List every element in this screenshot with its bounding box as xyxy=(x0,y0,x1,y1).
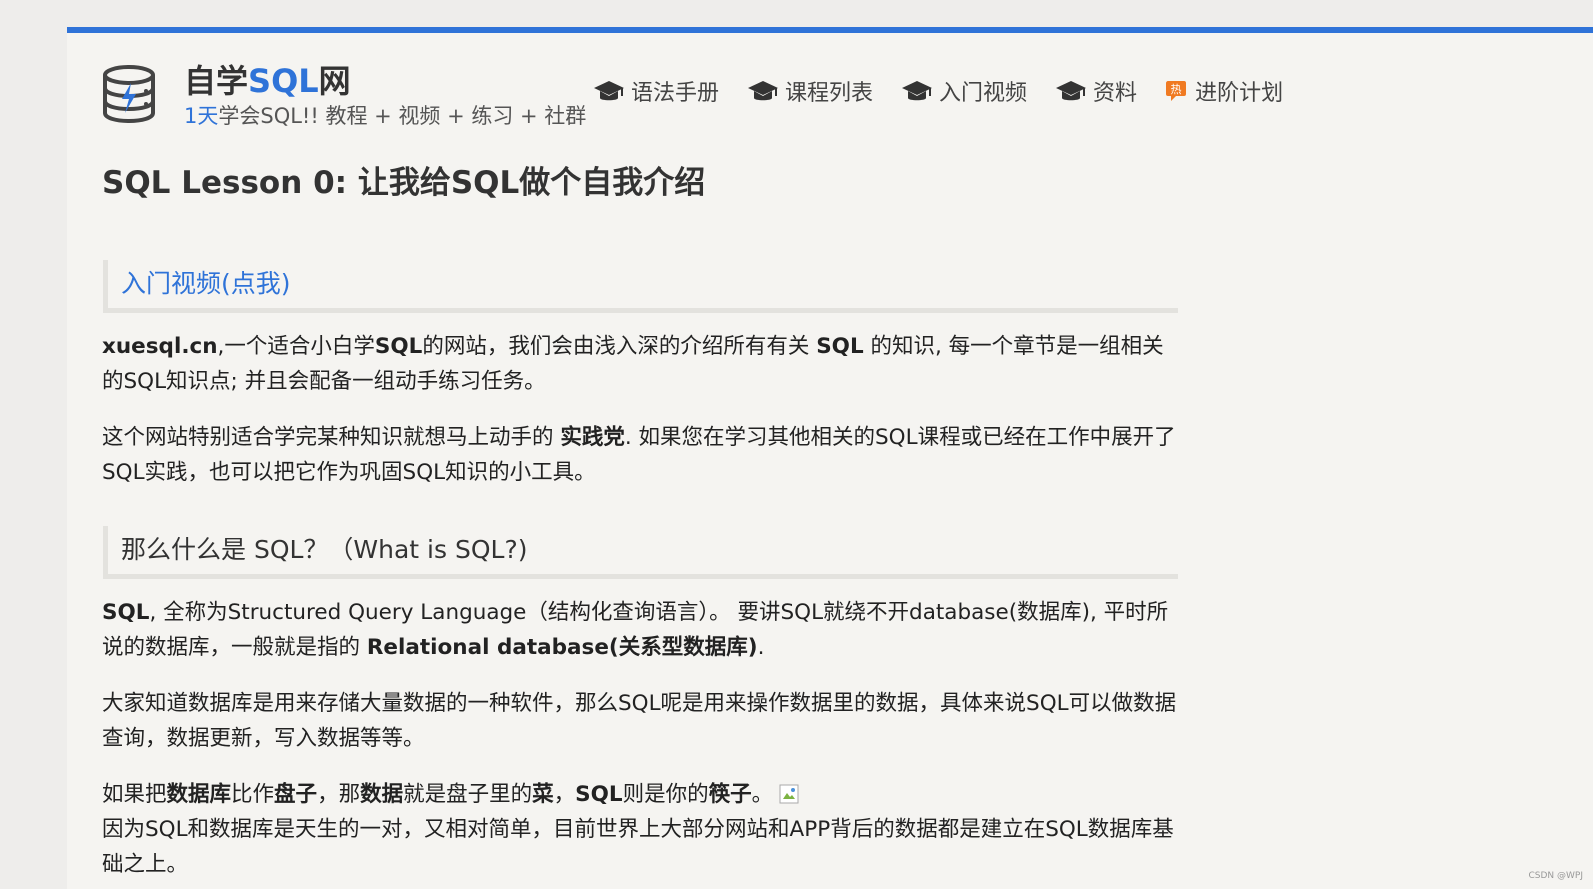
bold-text: 盘子 xyxy=(274,782,318,807)
text-span: 。 xyxy=(751,782,774,807)
text-span: 就是盘子里的 xyxy=(403,782,533,807)
nav-item-resources[interactable]: 资料 xyxy=(1055,75,1137,107)
bold-text: SQL xyxy=(575,782,623,807)
bold-text: SQL xyxy=(102,600,150,625)
site-title-suffix: 网 xyxy=(318,62,351,100)
graduation-cap-icon xyxy=(748,81,779,101)
nav-item-label: 语法手册 xyxy=(631,81,720,106)
article: SQL Lesson 0: 让我给SQL做个自我介绍 入门视频(点我) xues… xyxy=(102,161,1178,882)
nav-item-intro-video[interactable]: 入门视频 xyxy=(901,75,1027,107)
bold-text: 实践党 xyxy=(560,425,625,450)
intro-video-link[interactable]: 入门视频(点我) xyxy=(103,260,1178,313)
bold-text: SQL xyxy=(374,334,423,359)
watermark: CSDN @WPJ xyxy=(1528,871,1583,881)
nav-item-syntax-manual[interactable]: 语法手册 xyxy=(593,75,719,107)
article-title: SQL Lesson 0: 让我给SQL做个自我介绍 xyxy=(102,165,706,201)
site-domain-text: xuesql.cn xyxy=(102,334,218,359)
bold-text: SQL xyxy=(816,334,864,359)
paragraph-analogy: 如果把数据库比作盘子，那数据就是盘子里的菜，SQL则是你的筷子。 因为SQL和数… xyxy=(102,777,1178,882)
database-logo-icon[interactable] xyxy=(102,65,156,123)
bold-text: Relational database(关系型数据库) xyxy=(366,635,758,660)
text-span: 则是你的 xyxy=(622,782,709,807)
graduation-cap-icon xyxy=(594,81,624,101)
bold-text: 菜 xyxy=(532,782,554,807)
text-span: 的网站，我们会由浅入深的介绍所有有关 xyxy=(422,334,817,359)
subtitle-days: 1天 xyxy=(184,104,219,128)
paragraph-intro: xuesql.cn,一个适合小白学SQL的网站，我们会由浅入深的介绍所有有关 S… xyxy=(102,329,1178,399)
hot-badge-text: 热 xyxy=(1171,83,1182,96)
bold-text: 筷子 xyxy=(708,782,752,807)
bold-text: 数据 xyxy=(360,782,404,807)
site-title[interactable]: 自学SQL网 xyxy=(184,61,586,101)
nav-item-label: 课程列表 xyxy=(785,81,874,106)
paragraph-database-purpose: 大家知道数据库是用来存储大量数据的一种软件，那么SQL呢是用来操作数据里的数据，… xyxy=(102,691,1177,751)
text-span: 因为SQL和数据库是天生的一对，又相对简单，目前世界上大部分网站和APP背后的数… xyxy=(102,817,1174,877)
site-header: 自学SQL网 1天学会SQL!! 教程 + 视频 + 练习 + 社群 语法手册 … xyxy=(102,61,1402,141)
hot-badge-icon: 热 xyxy=(1166,81,1187,101)
site-title-prefix: 自学 xyxy=(184,62,249,100)
text-span: 比作 xyxy=(231,782,275,807)
site-subtitle: 1天学会SQL!! 教程 + 视频 + 练习 + 社群 xyxy=(184,103,586,129)
nav-item-label: 进阶计划 xyxy=(1195,81,1284,106)
nav-item-label: 资料 xyxy=(1093,81,1138,106)
graduation-cap-icon xyxy=(1056,81,1087,101)
nav-item-label: 入门视频 xyxy=(939,81,1028,106)
nav-item-advanced-plan[interactable]: 热 进阶计划 xyxy=(1165,75,1283,107)
text-span: ， xyxy=(553,782,576,807)
text-span: . xyxy=(757,635,765,660)
subtitle-text: 学会SQL!! 教程 + 视频 + 练习 + 社群 xyxy=(218,104,587,128)
paragraph-sql-definition: SQL, 全称为Structured Query Language（结构化查询语… xyxy=(102,595,1178,665)
graduation-cap-icon xyxy=(902,81,933,101)
nav-item-course-list[interactable]: 课程列表 xyxy=(747,75,873,107)
brand[interactable]: 自学SQL网 1天学会SQL!! 教程 + 视频 + 练习 + 社群 xyxy=(184,61,586,129)
site-title-sql: SQL xyxy=(248,62,319,100)
main-nav: 语法手册 课程列表 入门视频 资料 热 进阶计划 xyxy=(593,75,1283,107)
what-is-sql-heading: 那么什么是 SQL？（What is SQL?) xyxy=(103,526,1178,579)
text-span: 如果把 xyxy=(102,782,167,807)
text-span: ,一个适合小白学 xyxy=(217,334,375,359)
page: 自学SQL网 1天学会SQL!! 教程 + 视频 + 练习 + 社群 语法手册 … xyxy=(67,27,1593,889)
broken-image-icon[interactable] xyxy=(779,784,799,804)
text-span: 这个网站特别适合学完某种知识就想马上动手的 xyxy=(102,425,561,450)
text-span: ，那 xyxy=(317,782,361,807)
bold-text: 数据库 xyxy=(166,782,232,807)
paragraph-audience: 这个网站特别适合学完某种知识就想马上动手的 实践党. 如果您在学习其他相关的SQ… xyxy=(102,420,1178,490)
